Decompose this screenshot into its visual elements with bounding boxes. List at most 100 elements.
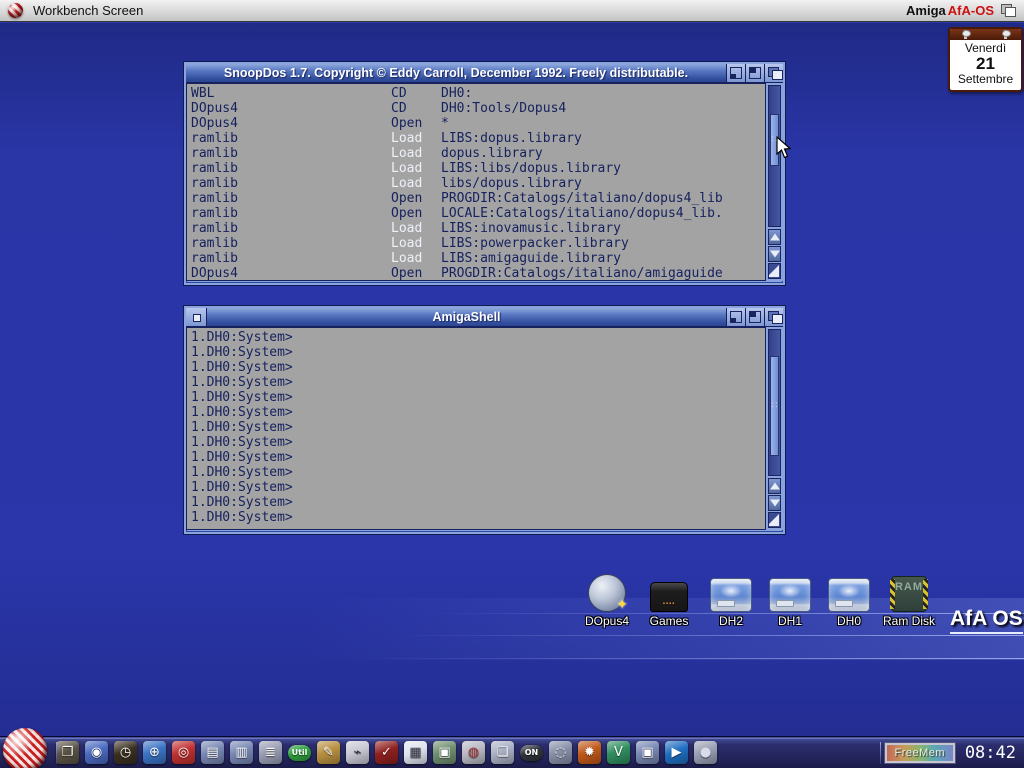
ball-game-icon[interactable]: ◍ (462, 741, 485, 764)
snoopdos-log-row: DOpus4CDDH0:Tools/Dopus4 (191, 101, 765, 116)
scrollbar-thumb[interactable] (770, 356, 779, 456)
drive-dh1-icon[interactable]: DH1 (759, 572, 821, 628)
clock-compass-icon[interactable]: ◷ (114, 741, 137, 764)
log-target: DH0: (441, 86, 765, 101)
shell-prompt-line: 1.DH0:System> (191, 510, 765, 525)
shell-prompt-line: 1.DH0:System> (191, 330, 765, 345)
ram-disk-icon-art: RAM (891, 576, 927, 612)
brand-afa-os: AfA-OS (948, 3, 994, 18)
start-menu-boing-ball[interactable] (3, 728, 47, 768)
panel-prefs-icon[interactable]: ▣ (636, 741, 659, 764)
log-action: Open (391, 116, 441, 131)
brand-amiga: Amiga (906, 3, 946, 18)
globe-browser-icon[interactable]: ⊕ (143, 741, 166, 764)
snoopdos-window[interactable]: SnoopDos 1.7. Copyright © Eddy Carroll, … (184, 62, 785, 285)
iconify-gadget[interactable] (726, 308, 745, 326)
snoopdos-log-row: ramlibOpenPROGDIR:Catalogs/italiano/dopu… (191, 191, 765, 206)
snoopdos-title: SnoopDos 1.7. Copyright © Eddy Carroll, … (186, 66, 726, 80)
calendar-day-number: 21 (950, 55, 1021, 72)
shell-title: AmigaShell (207, 310, 726, 324)
icon-label: DOpus4 (576, 614, 638, 628)
icon-label: DH0 (818, 614, 880, 628)
resize-gadget[interactable] (768, 263, 781, 279)
resize-gadget[interactable] (768, 512, 781, 528)
shelf-line (390, 635, 1024, 636)
virus-checker-icon[interactable]: V (607, 741, 630, 764)
screen-depth-gadget[interactable] (1000, 3, 1018, 19)
paint-screen-icon[interactable]: ▥ (230, 741, 253, 764)
log-process: ramlib (191, 161, 391, 176)
log-process: ramlib (191, 236, 391, 251)
log-target: LOCALE:Catalogs/italiano/dopus4_lib. (441, 206, 765, 221)
screen-prefs-icon[interactable]: ▤ (201, 741, 224, 764)
amigashell-window[interactable]: AmigaShell 1.DH0:System>1.DH0:System>1.D… (184, 306, 785, 534)
taskbar-separator (880, 742, 881, 764)
drive-dh0-icon-art (828, 578, 870, 612)
drive-dh0-icon[interactable]: DH0 (818, 572, 880, 628)
scroll-down-arrow[interactable] (768, 246, 781, 262)
shell-prompt-line: 1.DH0:System> (191, 420, 765, 435)
drive-dh2-icon[interactable]: DH2 (700, 572, 762, 628)
shell-prompt-line: 1.DH0:System> (191, 345, 765, 360)
document-prefs-icon[interactable]: ≣ (259, 741, 282, 764)
dopus4-icon[interactable]: DOpus4 (576, 572, 638, 628)
snoopdos-titlebar[interactable]: SnoopDos 1.7. Copyright © Eddy Carroll, … (186, 64, 783, 83)
shell-console[interactable]: 1.DH0:System>1.DH0:System>1.DH0:System>1… (186, 327, 765, 530)
snoopdos-log-row: ramlibOpenLOCALE:Catalogs/italiano/dopus… (191, 206, 765, 221)
snoopdos-scrollbar[interactable] (765, 83, 783, 281)
menubar: Workbench Screen AmigaAfA-OS (0, 0, 1024, 22)
calendar-header (950, 29, 1021, 40)
drawer-icon[interactable]: ❐ (56, 741, 79, 764)
zoom-gadget[interactable] (745, 308, 764, 326)
log-process: DOpus4 (191, 101, 391, 116)
sphere-icon[interactable]: ● (694, 741, 717, 764)
cd-burner-icon[interactable]: ◌ (549, 741, 572, 764)
scanner-icon[interactable]: ⌁ (346, 741, 369, 764)
depth-gadget[interactable] (764, 308, 783, 326)
util-badge[interactable]: Util (288, 745, 311, 761)
log-process: WBL (191, 86, 391, 101)
ram-disk-icon[interactable]: RAM Ram Disk (878, 572, 940, 628)
log-action: CD (391, 86, 441, 101)
scroll-down-arrow[interactable] (768, 495, 781, 511)
calendar-widget[interactable]: Venerdì 21 Settembre (948, 27, 1023, 92)
log-process: ramlib (191, 146, 391, 161)
spray-tool-icon[interactable]: ✎ (317, 741, 340, 764)
boing-prefs-icon[interactable]: ◉ (85, 741, 108, 764)
fire-icon[interactable]: ✹ (578, 741, 601, 764)
icon-label: DH1 (759, 614, 821, 628)
log-process: ramlib (191, 191, 391, 206)
log-target: * (441, 116, 765, 131)
checkmark-icon[interactable]: ✓ (375, 741, 398, 764)
amiga-online-icon[interactable]: ON (520, 745, 543, 761)
shell-prompt-line: 1.DH0:System> (191, 435, 765, 450)
log-process: ramlib (191, 251, 391, 266)
scroll-up-arrow[interactable] (768, 478, 781, 494)
log-action: Open (391, 266, 441, 281)
scroll-up-arrow[interactable] (768, 229, 781, 245)
zoom-gadget[interactable] (745, 64, 764, 82)
shell-titlebar[interactable]: AmigaShell (186, 308, 783, 327)
icon-label: Ram Disk (878, 614, 940, 628)
log-process: ramlib (191, 176, 391, 191)
spreadsheet-icon[interactable]: ▦ (404, 741, 427, 764)
media-play-icon[interactable]: ▶ (665, 741, 688, 764)
close-gadget[interactable] (186, 308, 207, 326)
shell-prompt-line: 1.DH0:System> (191, 450, 765, 465)
calculator-icon[interactable]: ▣ (433, 741, 456, 764)
dopus4-icon-art (588, 574, 626, 612)
calendar-pin-icon (962, 30, 969, 39)
doc-badge-icon[interactable]: ❏ (491, 741, 514, 764)
depth-gadget[interactable] (764, 64, 783, 82)
freemem-gauge[interactable]: FreeMem (885, 743, 955, 763)
log-action: Load (391, 251, 441, 266)
lifering-help-icon[interactable]: ◎ (172, 741, 195, 764)
log-target: LIBS:libs/dopus.library (441, 161, 765, 176)
taskbar-clock[interactable]: 08:42 (965, 743, 1016, 763)
log-target: LIBS:dopus.library (441, 131, 765, 146)
shell-scrollbar[interactable] (765, 327, 783, 530)
iconify-gadget[interactable] (726, 64, 745, 82)
scrollbar-track[interactable] (768, 329, 781, 476)
log-action: Load (391, 161, 441, 176)
games-drawer-icon[interactable]: Games (638, 572, 700, 628)
